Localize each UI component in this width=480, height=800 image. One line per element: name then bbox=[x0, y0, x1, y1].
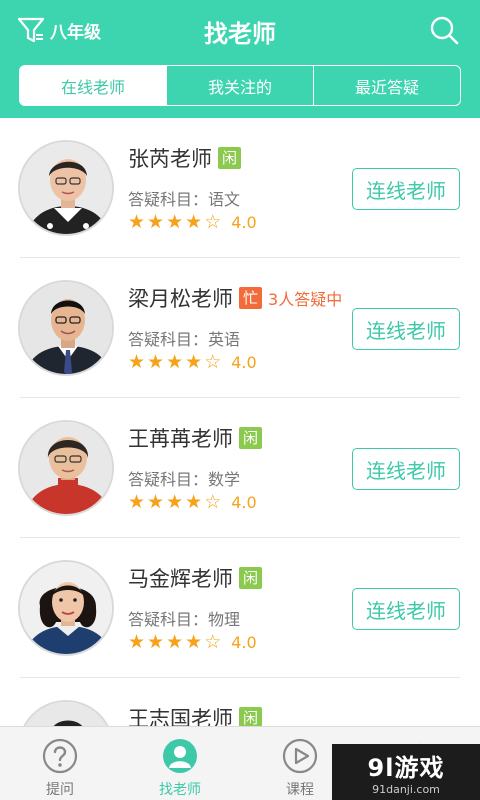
teacher-row[interactable]: 张芮老师 闲 答疑科目：语文 ★ ★ ★ ★ ☆ 4.0 连线老师 bbox=[18, 118, 460, 258]
connect-teacher-button[interactable]: 连线老师 bbox=[352, 588, 460, 630]
connect-teacher-button[interactable]: 连线老师 bbox=[352, 308, 460, 350]
status-badge: 闲 bbox=[239, 567, 263, 589]
rating: ★ ★ ★ ★ ☆ 4.0 bbox=[128, 632, 257, 652]
question-icon bbox=[42, 738, 78, 774]
rating-score: 4.0 bbox=[231, 632, 257, 652]
avatar bbox=[18, 560, 114, 656]
avatar bbox=[18, 140, 114, 236]
rating: ★ ★ ★ ★ ☆ 4.0 bbox=[128, 492, 257, 512]
teacher-row[interactable]: 马金辉老师 闲 答疑科目：物理 ★ ★ ★ ★ ☆ 4.0 连线老师 bbox=[18, 538, 460, 678]
star-icon: ★ bbox=[166, 211, 184, 233]
teacher-row[interactable]: 王志国老师 闲 bbox=[18, 678, 460, 726]
header: 八年级 找老师 在线老师 我关注的 最近答疑 bbox=[0, 0, 480, 118]
star-icon: ★ bbox=[185, 631, 203, 653]
teacher-name: 梁月松老师 bbox=[128, 287, 233, 311]
watermark-logo: 9l游戏 91danji.com bbox=[332, 744, 480, 800]
watermark-url: 91danji.com bbox=[372, 783, 440, 796]
play-icon bbox=[282, 738, 318, 774]
avatar bbox=[18, 700, 114, 726]
star-empty-icon: ☆ bbox=[204, 351, 222, 373]
nav-label: 课程 bbox=[286, 782, 314, 798]
rating-score: 4.0 bbox=[231, 492, 257, 512]
connect-teacher-button[interactable]: 连线老师 bbox=[352, 168, 460, 210]
queue-status: 3人答疑中 bbox=[268, 290, 343, 309]
teacher-subject: 答疑科目：物理 bbox=[128, 610, 241, 629]
rating: ★ ★ ★ ★ ☆ 4.0 bbox=[128, 212, 257, 232]
teacher-name: 马金辉老师 bbox=[128, 567, 233, 591]
tab-online-teachers[interactable]: 在线老师 bbox=[20, 66, 166, 105]
star-empty-icon: ☆ bbox=[204, 491, 222, 513]
teacher-name: 张芮老师 bbox=[128, 147, 212, 171]
star-icon: ★ bbox=[128, 631, 146, 653]
rating: ★ ★ ★ ★ ☆ 4.0 bbox=[128, 352, 257, 372]
star-icon: ★ bbox=[185, 351, 203, 373]
rating-score: 4.0 bbox=[231, 212, 257, 232]
teacher-subject: 答疑科目：语文 bbox=[128, 190, 241, 209]
teacher-name: 王苒苒老师 bbox=[128, 427, 233, 451]
avatar bbox=[18, 280, 114, 376]
star-empty-icon: ☆ bbox=[204, 211, 222, 233]
teacher-name: 王志国老师 bbox=[128, 707, 233, 726]
tab-following[interactable]: 我关注的 bbox=[166, 66, 313, 105]
teacher-subject: 答疑科目：英语 bbox=[128, 330, 241, 349]
nav-find-teacher[interactable]: 找老师 bbox=[120, 727, 240, 800]
star-icon: ★ bbox=[166, 631, 184, 653]
status-badge: 闲 bbox=[239, 427, 263, 449]
star-icon: ★ bbox=[166, 351, 184, 373]
star-icon: ★ bbox=[147, 491, 165, 513]
star-icon: ★ bbox=[147, 211, 165, 233]
search-button[interactable] bbox=[428, 14, 460, 46]
star-icon: ★ bbox=[128, 211, 146, 233]
teacher-row[interactable]: 王苒苒老师 闲 答疑科目：数学 ★ ★ ★ ★ ☆ 4.0 连线老师 bbox=[18, 398, 460, 538]
star-empty-icon: ☆ bbox=[204, 631, 222, 653]
avatar bbox=[18, 420, 114, 516]
status-badge: 闲 bbox=[239, 707, 263, 726]
teacher-list: 张芮老师 闲 答疑科目：语文 ★ ★ ★ ★ ☆ 4.0 连线老师 梁月松老师 … bbox=[0, 118, 480, 726]
star-icon: ★ bbox=[147, 631, 165, 653]
rating-score: 4.0 bbox=[231, 352, 257, 372]
teacher-icon bbox=[163, 739, 197, 773]
star-icon: ★ bbox=[185, 491, 203, 513]
star-icon: ★ bbox=[128, 351, 146, 373]
watermark-text: 9l游戏 bbox=[367, 754, 445, 782]
star-icon: ★ bbox=[185, 211, 203, 233]
teacher-row[interactable]: 梁月松老师 忙 3人答疑中 答疑科目：英语 ★ ★ ★ ★ ☆ 4.0 连线老师 bbox=[18, 258, 460, 398]
nav-label: 找老师 bbox=[159, 782, 201, 798]
status-badge: 闲 bbox=[218, 147, 242, 169]
status-badge: 忙 bbox=[239, 287, 263, 309]
search-icon bbox=[430, 16, 459, 45]
page-title: 找老师 bbox=[204, 20, 276, 48]
star-icon: ★ bbox=[128, 491, 146, 513]
connect-teacher-button[interactable]: 连线老师 bbox=[352, 448, 460, 490]
nav-label: 提问 bbox=[46, 782, 74, 798]
tab-recent-answers[interactable]: 最近答疑 bbox=[313, 66, 460, 105]
nav-ask[interactable]: 提问 bbox=[0, 727, 120, 800]
teacher-subject: 答疑科目：数学 bbox=[128, 470, 241, 489]
star-icon: ★ bbox=[166, 491, 184, 513]
tab-bar: 在线老师 我关注的 最近答疑 bbox=[19, 65, 461, 106]
star-icon: ★ bbox=[147, 351, 165, 373]
